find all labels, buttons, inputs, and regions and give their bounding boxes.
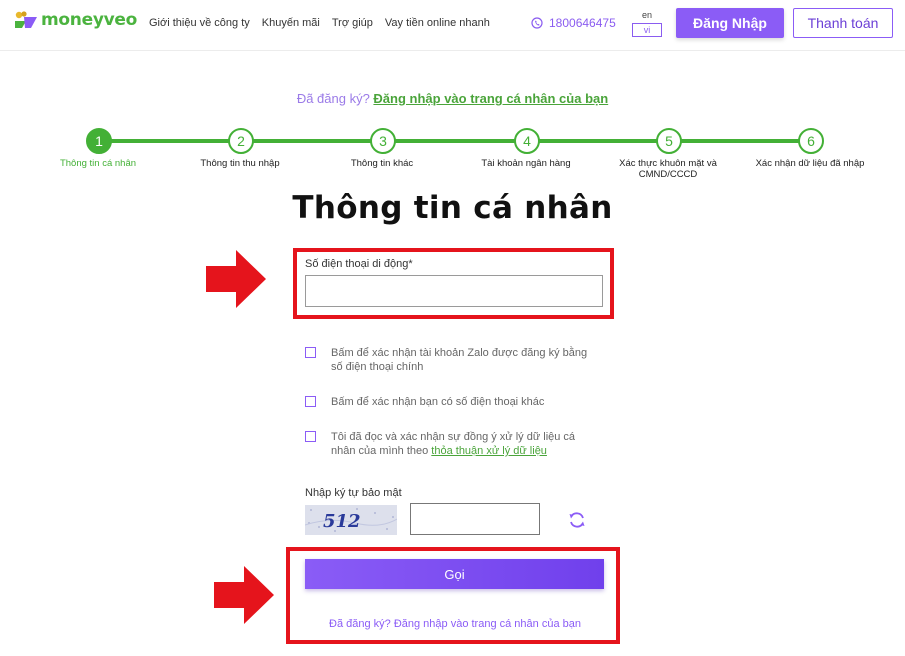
call-submit-button[interactable]: Gọi	[305, 559, 604, 589]
language-switch: en vi	[632, 10, 662, 37]
step-6-label: Xác nhận dữ liệu đã nhập	[755, 158, 865, 169]
hotline[interactable]: 1800646475	[531, 16, 616, 30]
hotline-number: 1800646475	[549, 16, 616, 30]
login-link-bottom[interactable]: Đã đăng ký? Đăng nhập vào trang cá nhân …	[290, 618, 620, 630]
step-2-label: Thông tin thu nhập	[200, 158, 280, 169]
step-5-circle: 5	[656, 128, 682, 154]
captcha-input[interactable]	[410, 503, 540, 535]
other-phone-checkbox[interactable]	[305, 396, 316, 407]
nav-about[interactable]: Giới thiệu về công ty	[149, 17, 250, 29]
phone-label: Số điện thoại di động*	[305, 258, 413, 270]
step-4-label: Tài khoản ngân hàng	[481, 158, 571, 169]
captcha-text: 512	[323, 511, 361, 532]
brand-name: moneyveo	[41, 10, 137, 30]
consent-checkbox-label: Tôi đã đọc và xác nhận sự đồng ý xử lý d…	[331, 430, 576, 458]
brand-logo[interactable]: moneyveo	[14, 10, 137, 30]
login-button[interactable]: Đăng Nhập	[676, 8, 784, 38]
login-link-top[interactable]: Đăng nhập vào trang cá nhân của bạn	[373, 91, 608, 106]
registered-question: Đã đăng ký?	[296, 91, 374, 106]
red-arrow-icon	[214, 566, 274, 624]
captcha-image: 512	[305, 505, 397, 535]
registered-prompt-top: Đã đăng ký? Đăng nhập vào trang cá nhân …	[0, 91, 905, 106]
step-3-label: Thông tin khác	[350, 158, 414, 169]
main-nav: Giới thiệu về công ty Khuyến mãi Trợ giú…	[149, 17, 490, 29]
refresh-icon[interactable]	[567, 510, 587, 530]
page-title: Thông tin cá nhân	[292, 190, 613, 226]
step-6-circle: 6	[798, 128, 824, 154]
lang-en[interactable]: en	[632, 10, 662, 21]
nav-fast-loan[interactable]: Vay tiền online nhanh	[385, 17, 490, 29]
step-1-circle: 1	[86, 128, 112, 154]
top-header: moneyveo Giới thiệu về công ty Khuyến mã…	[0, 0, 905, 51]
step-2-circle: 2	[228, 128, 254, 154]
step-5-label: Xác thực khuôn mặt và CMND/CCCD	[619, 158, 717, 180]
phone-input[interactable]	[305, 275, 603, 307]
step-4-circle: 4	[514, 128, 540, 154]
step-1-label: Thông tin cá nhân	[59, 158, 137, 169]
consent-link[interactable]: thỏa thuận xử lý dữ liệu	[431, 445, 547, 457]
nav-promotions[interactable]: Khuyến mãi	[262, 17, 320, 29]
logo-icon	[15, 11, 37, 28]
phone-icon	[531, 17, 543, 29]
stepper-line	[98, 139, 810, 143]
step-3-circle: 3	[370, 128, 396, 154]
zalo-checkbox[interactable]	[305, 347, 316, 358]
zalo-checkbox-label: Bấm để xác nhận tài khoản Zalo được đăng…	[331, 347, 588, 373]
other-phone-checkbox-label: Bấm để xác nhận bạn có số điện thoại khá…	[331, 396, 545, 408]
red-arrow-icon	[206, 250, 266, 308]
consent-checkbox[interactable]	[305, 431, 316, 442]
payment-button[interactable]: Thanh toán	[793, 8, 893, 38]
nav-help[interactable]: Trợ giúp	[332, 17, 373, 29]
captcha-label: Nhập ký tự bảo mật	[305, 487, 402, 499]
lang-vi[interactable]: vi	[632, 23, 662, 37]
